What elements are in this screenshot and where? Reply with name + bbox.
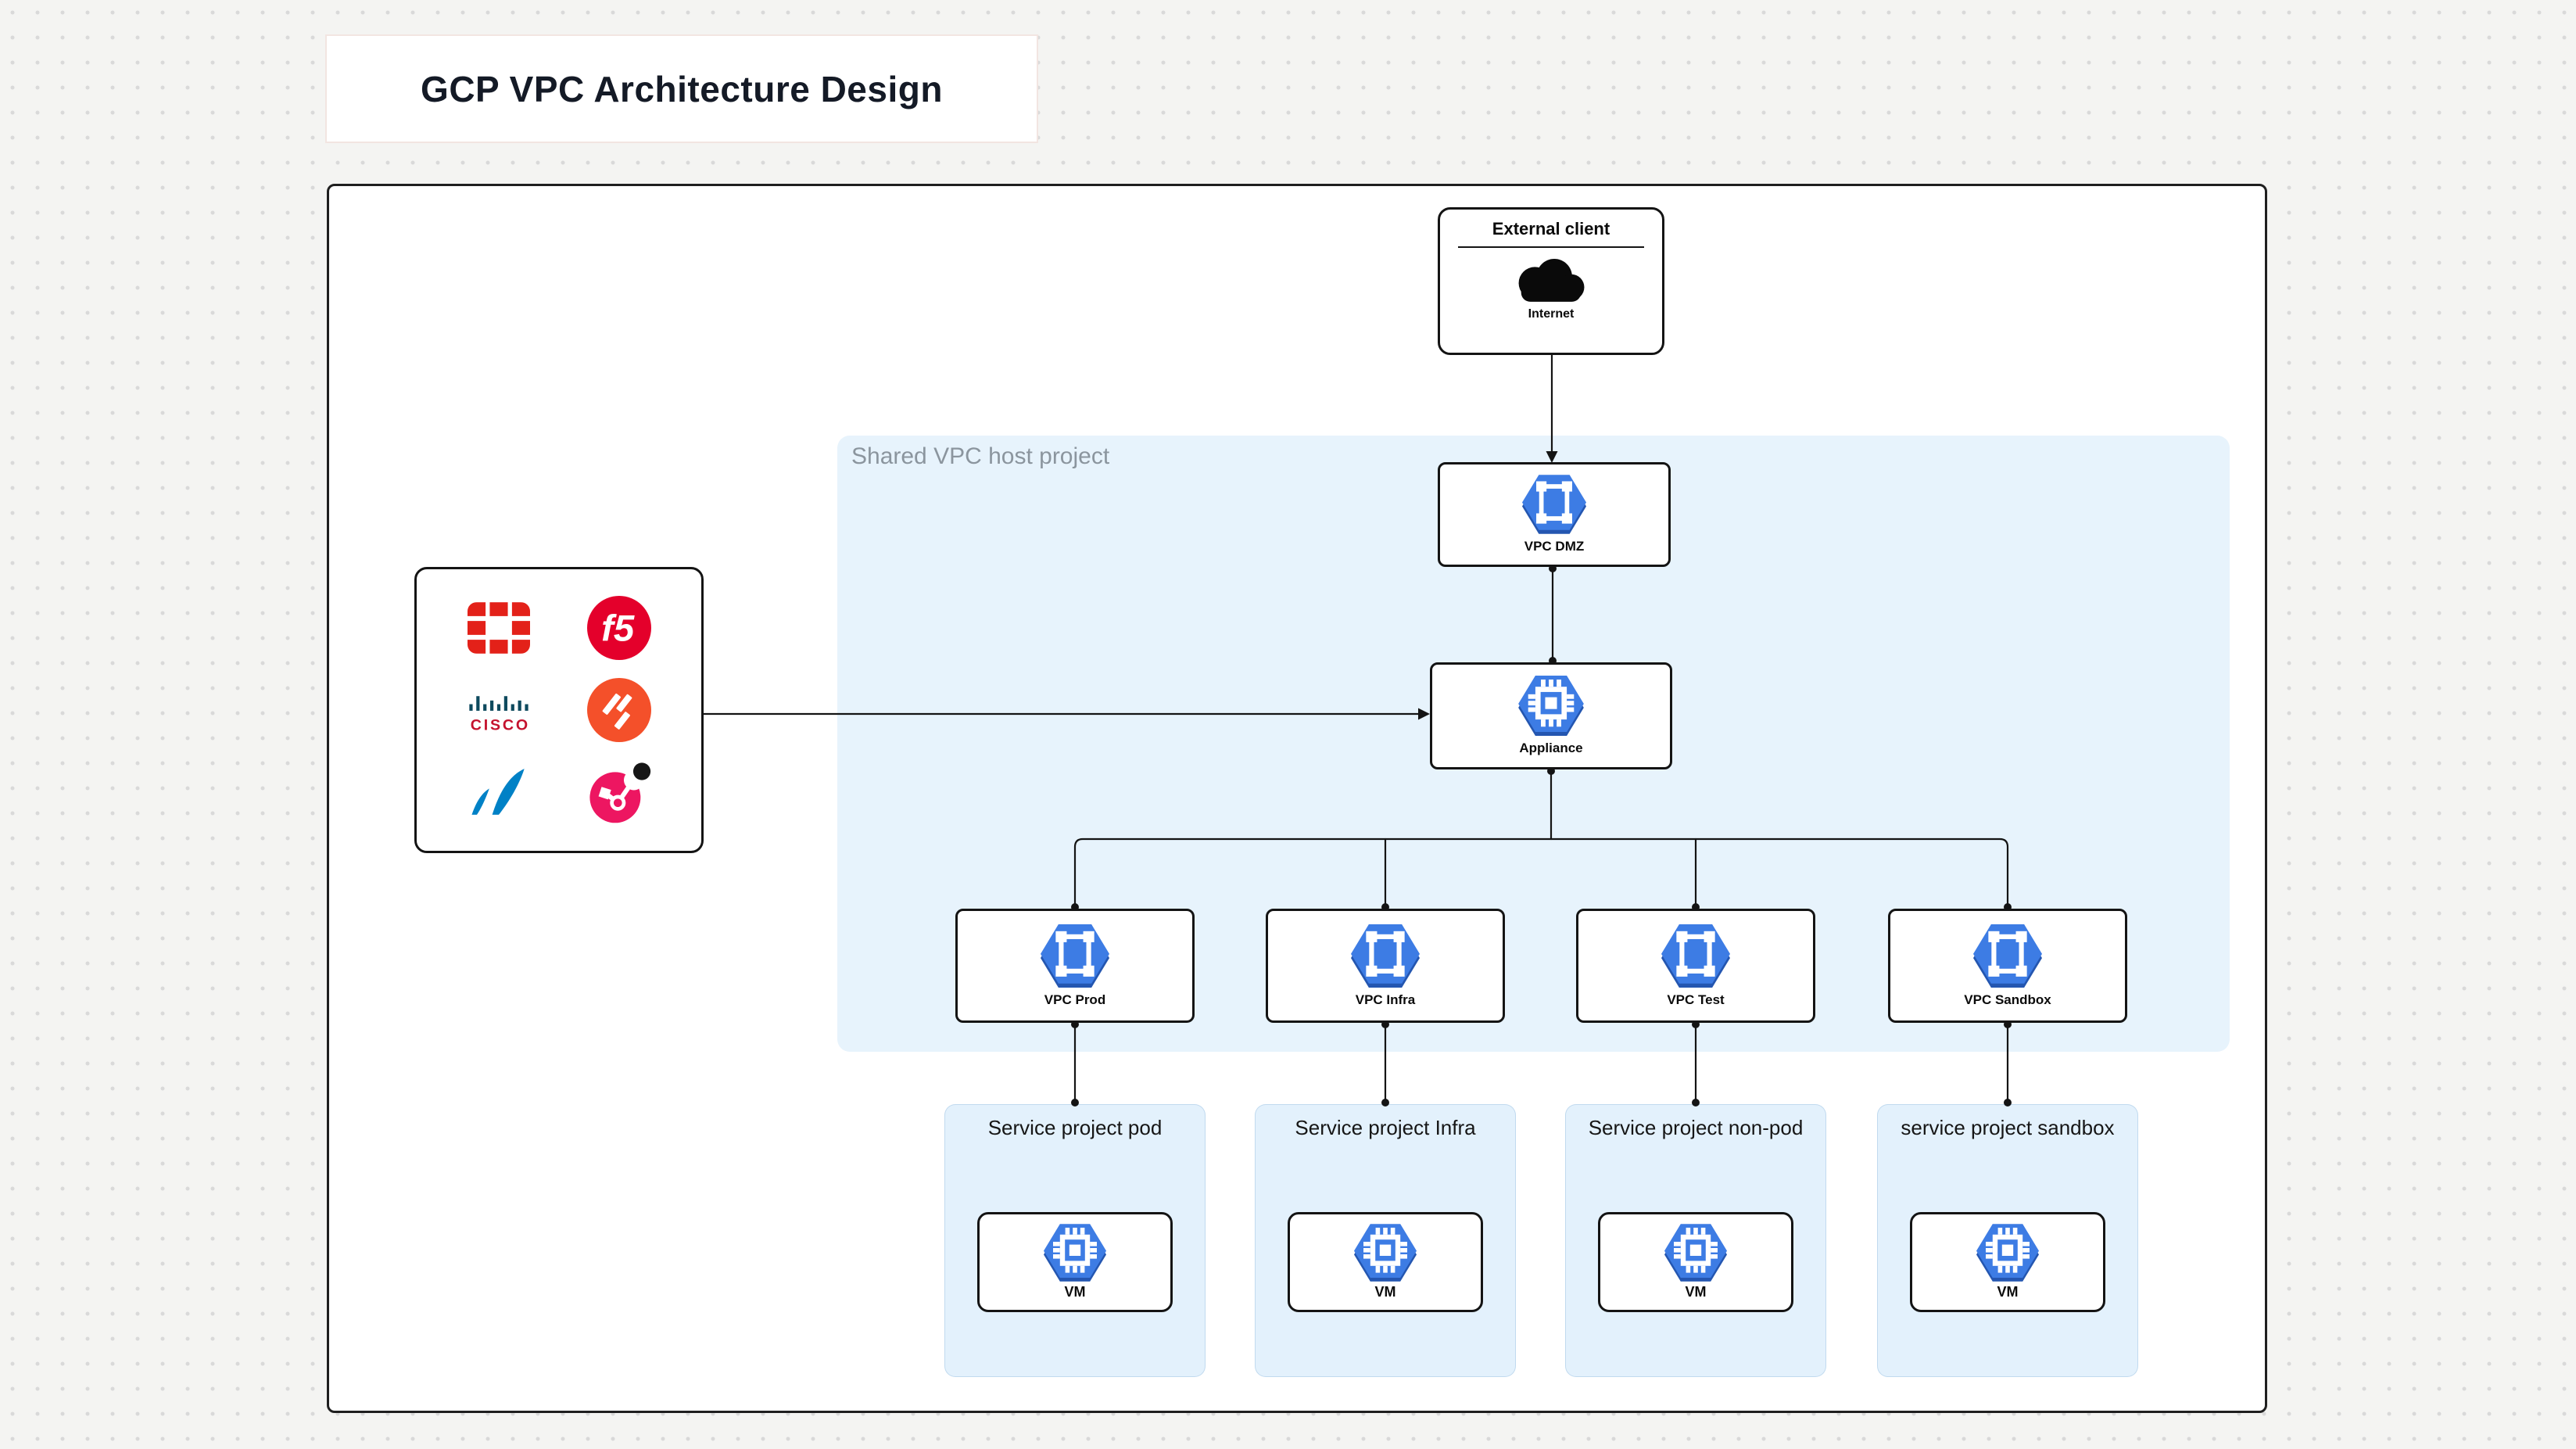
service-project-pod-group[interactable]: Service project pod VM (944, 1104, 1206, 1377)
region-label: Shared VPC host project (851, 443, 1109, 470)
node-label: Appliance (1519, 741, 1582, 756)
vendor-logos-panel[interactable]: f5 CISCO (414, 567, 704, 853)
node-label: VPC Infra (1356, 992, 1416, 1008)
gcp-compute-chip-icon (1976, 1224, 2039, 1282)
cisco-text: CISCO (471, 716, 530, 733)
service-project-non-pod-group[interactable]: Service project non-pod VM (1565, 1104, 1826, 1377)
f5-logo: f5 (587, 596, 651, 660)
vpc-test-node[interactable]: VPC Test (1576, 909, 1815, 1023)
vpc-prod-node[interactable]: VPC Prod (955, 909, 1195, 1023)
appliance-node[interactable]: Appliance (1430, 662, 1672, 769)
node-label: VPC Sandbox (1964, 992, 2051, 1008)
service-project-infra-group[interactable]: Service project Infra VM (1255, 1104, 1516, 1377)
gcp-vpc-icon (1351, 924, 1420, 988)
cisco-logo: CISCO (462, 687, 536, 733)
gcp-vpc-icon (1041, 924, 1109, 988)
node-label: VPC DMZ (1524, 539, 1585, 554)
vpc-infra-node[interactable]: VPC Infra (1266, 909, 1505, 1023)
vm-node[interactable]: VM (977, 1212, 1173, 1312)
vm-label: VM (1375, 1284, 1396, 1300)
fortinet-logo (468, 602, 530, 654)
palo-alto-networks-logo (587, 678, 651, 742)
gcp-vpc-icon (1522, 475, 1586, 534)
page-title: GCP VPC Architecture Design (421, 68, 943, 110)
vm-label: VM (1686, 1284, 1707, 1300)
vm-node[interactable]: VM (1288, 1212, 1483, 1312)
group-title: Service project non-pod (1566, 1116, 1825, 1140)
gcp-compute-chip-icon (1354, 1224, 1417, 1282)
group-title: service project sandbox (1878, 1116, 2137, 1140)
vm-label: VM (1997, 1284, 2019, 1300)
vm-node[interactable]: VM (1598, 1212, 1793, 1312)
title-box: GCP VPC Architecture Design (325, 34, 1038, 143)
node-label: VPC Prod (1044, 992, 1105, 1008)
gcp-compute-chip-icon (1044, 1224, 1106, 1282)
f5-text: f5 (601, 608, 635, 649)
diagram-canvas: { "title_bar": { "text": "GCP VPC Archit… (0, 0, 2576, 1449)
service-project-sandbox-group[interactable]: service project sandbox VM (1877, 1104, 2138, 1377)
vpc-sandbox-node[interactable]: VPC Sandbox (1888, 909, 2127, 1023)
gcp-compute-chip-icon (1664, 1224, 1727, 1282)
internet-label: Internet (1528, 307, 1575, 321)
gcp-vpc-icon (1661, 924, 1730, 988)
node-label: VPC Test (1667, 992, 1724, 1008)
vm-node[interactable]: VM (1910, 1212, 2105, 1312)
external-client-title: External client (1492, 219, 1610, 239)
gcp-compute-chip-icon (1518, 676, 1584, 736)
check-point-logo (586, 760, 653, 824)
barracuda-logo (466, 766, 532, 818)
gcp-vpc-icon (1973, 924, 2042, 988)
vm-label: VM (1065, 1284, 1086, 1300)
group-title: Service project Infra (1256, 1116, 1515, 1140)
divider-line (1458, 246, 1644, 248)
group-title: Service project pod (945, 1116, 1205, 1140)
cloud-icon (1512, 258, 1590, 303)
external-client-node[interactable]: External client Internet (1438, 207, 1664, 355)
vpc-dmz-node[interactable]: VPC DMZ (1438, 462, 1671, 567)
